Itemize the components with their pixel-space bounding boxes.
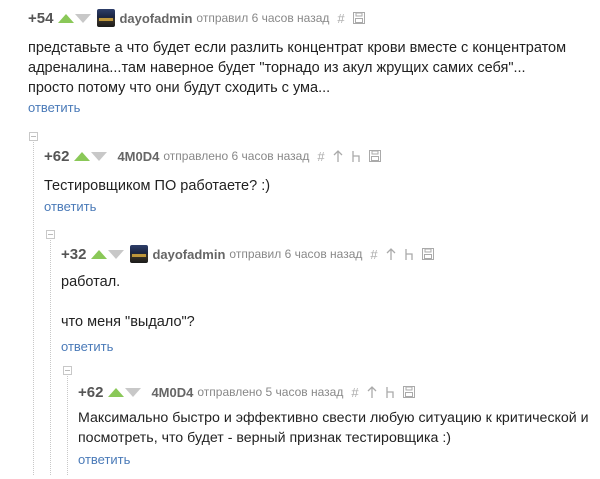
comment-rating: +62: [44, 147, 70, 165]
reply-link[interactable]: ответить: [28, 100, 80, 115]
thread-line: [67, 374, 68, 475]
upvote-icon[interactable]: [58, 13, 75, 23]
comment-author[interactable]: 4M0D4: [151, 385, 193, 400]
hash-icon[interactable]: #: [370, 247, 377, 262]
branch-icon[interactable]: [404, 248, 414, 261]
comment: +62 4M0D4 отправлено 6 часов назад # Тес…: [44, 146, 594, 216]
parent-arrow-icon[interactable]: [386, 247, 396, 261]
upvote-icon[interactable]: [108, 387, 125, 397]
comment-time[interactable]: отправлено 6 часов назад: [163, 149, 309, 163]
comment-text: работал. что меня "выдало"?: [61, 272, 596, 332]
collapse-icon[interactable]: [63, 366, 72, 375]
hash-icon[interactable]: #: [337, 11, 344, 26]
comment-time[interactable]: отправил 6 часов назад: [196, 11, 329, 25]
downvote-icon[interactable]: [75, 13, 92, 23]
avatar[interactable]: [97, 9, 116, 27]
comment-line: посмотреть, что будет - верный признак т…: [78, 430, 451, 446]
comment-author[interactable]: dayofadmin: [119, 11, 192, 26]
save-icon[interactable]: [421, 248, 434, 260]
save-icon[interactable]: [402, 386, 415, 398]
comment-line: адреналина...там наверное будет "торнадо…: [28, 60, 526, 76]
downvote-icon[interactable]: [125, 387, 142, 397]
downvote-icon[interactable]: [108, 249, 125, 259]
comment: +62 4M0D4 отправлено 5 часов назад # Мак…: [78, 382, 598, 469]
collapse-icon[interactable]: [46, 230, 55, 239]
upvote-icon[interactable]: [91, 249, 108, 259]
collapse-icon[interactable]: [29, 132, 38, 141]
comment-rating: +32: [61, 245, 87, 263]
comment-rating: +54: [28, 9, 54, 27]
comment-line: работал.: [61, 274, 121, 290]
save-icon[interactable]: [368, 150, 381, 162]
comment-line: [61, 292, 596, 312]
comment-author[interactable]: 4M0D4: [117, 149, 159, 164]
hash-icon[interactable]: #: [317, 149, 324, 164]
reply-link[interactable]: ответить: [44, 199, 96, 214]
reply-link[interactable]: ответить: [78, 452, 130, 467]
avatar[interactable]: [130, 245, 149, 263]
comment-line: что меня "выдало"?: [61, 314, 195, 330]
parent-arrow-icon[interactable]: [367, 385, 377, 399]
save-icon[interactable]: [352, 12, 365, 24]
comment-header: +32 dayofadmin отправил 6 часов назад #: [61, 244, 596, 264]
parent-arrow-icon[interactable]: [333, 149, 343, 163]
upvote-icon[interactable]: [74, 151, 91, 161]
comment-line: представьте а что будет если разлить кон…: [28, 40, 567, 56]
comment-line: просто потому что они будут сходить с ум…: [28, 80, 331, 96]
thread-line: [33, 140, 34, 475]
thread-line: [50, 238, 51, 475]
branch-icon[interactable]: [351, 150, 361, 163]
comment-time[interactable]: отправлено 5 часов назад: [197, 385, 343, 399]
downvote-icon[interactable]: [91, 151, 108, 161]
comment-text: Максимально быстро и эффективно свести л…: [78, 408, 598, 448]
comment-time[interactable]: отправил 6 часов назад: [229, 247, 362, 261]
comment-rating: +62: [78, 383, 104, 401]
comment-line: Тестировщиком ПО работаете? :): [44, 178, 271, 194]
comment: +54 dayofadmin отправил 6 часов назад # …: [28, 8, 593, 117]
comment-header: +54 dayofadmin отправил 6 часов назад #: [28, 8, 593, 28]
reply-link[interactable]: ответить: [61, 339, 113, 354]
hash-icon[interactable]: #: [351, 385, 358, 400]
comment-author[interactable]: dayofadmin: [152, 247, 225, 262]
comment: +32 dayofadmin отправил 6 часов назад # …: [61, 244, 596, 356]
comment-header: +62 4M0D4 отправлено 6 часов назад #: [44, 146, 594, 166]
branch-icon[interactable]: [385, 386, 395, 399]
comment-text: представьте а что будет если разлить кон…: [28, 38, 593, 98]
comment-text: Тестировщиком ПО работаете? :): [44, 176, 594, 196]
comment-line: Максимально быстро и эффективно свести л…: [78, 410, 589, 426]
comment-header: +62 4M0D4 отправлено 5 часов назад #: [78, 382, 598, 402]
